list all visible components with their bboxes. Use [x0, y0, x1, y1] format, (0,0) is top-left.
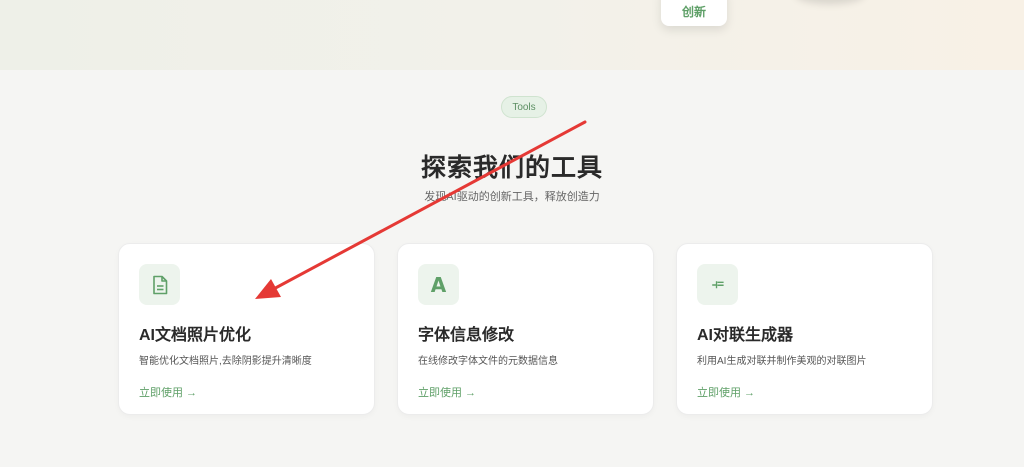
- use-now-link[interactable]: 立即使用 →: [418, 384, 476, 400]
- tools-badge: Tools: [501, 96, 547, 118]
- tool-card-doc-photo[interactable]: AI文档照片优化 智能优化文档照片,去除阴影提升清晰度 立即使用 →: [118, 243, 375, 415]
- card-description: 利用AI生成对联并制作美观的对联图片: [697, 356, 867, 367]
- tool-card-couplet[interactable]: ⫞= AI对联生成器 利用AI生成对联并制作美观的对联图片 立即使用 →: [676, 243, 933, 415]
- couplet-icon: ⫞=: [697, 264, 738, 305]
- hero-card-label: 创新: [681, 4, 706, 19]
- font-letter-glyph: A: [430, 272, 447, 297]
- card-description: 在线修改字体文件的元数据信息: [418, 356, 558, 367]
- document-icon: [139, 264, 180, 305]
- use-now-link[interactable]: 立即使用 →: [139, 384, 197, 400]
- section-title: 探索我们的工具: [420, 154, 603, 182]
- hero-innovation-card: 创新: [661, 0, 727, 26]
- card-title: 字体信息修改: [418, 327, 515, 344]
- card-title: AI文档照片优化: [139, 327, 252, 344]
- section-subtitle: 发现AI驱动的创新工具，释放创造力: [424, 191, 600, 203]
- couplet-glyph: ⫞=: [711, 277, 724, 291]
- tool-card-font-info[interactable]: A 字体信息修改 在线修改字体文件的元数据信息 立即使用 →: [397, 243, 654, 415]
- hero-banner: 创新: [0, 0, 1024, 70]
- card-title: AI对联生成器: [697, 327, 794, 344]
- font-letter-icon: A: [418, 264, 459, 305]
- tools-badge-label: Tools: [512, 101, 536, 113]
- use-now-link[interactable]: 立即使用 →: [697, 384, 755, 400]
- card-description: 智能优化文档照片,去除阴影提升清晰度: [139, 356, 312, 367]
